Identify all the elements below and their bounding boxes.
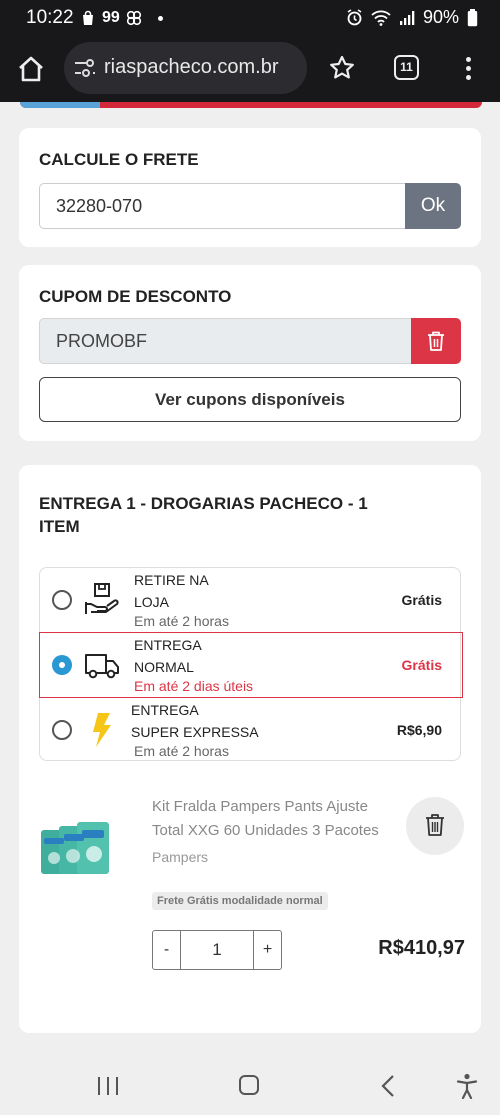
option-name-line2: SUPER EXPRESSA <box>131 724 259 740</box>
coupon-card: CUPOM DE DESCONTO PROMOBF Ver cupons dis… <box>19 265 481 441</box>
remove-coupon-button[interactable] <box>411 318 461 364</box>
coupon-input[interactable]: PROMOBF <box>39 318 413 364</box>
delivery-option-store-pickup[interactable]: RETIRE NA LOJA Em até 2 horas Grátis <box>40 568 462 632</box>
shipping-calculator-card: CALCULE O FRETE 32280-070 Ok <box>19 128 481 247</box>
delivery-title: ENTREGA 1 - DROGARIAS PACHECO - 1 ITEM <box>39 494 368 536</box>
bookmark-star-icon[interactable] <box>328 54 356 82</box>
battery-icon <box>467 8 478 26</box>
trash-icon <box>426 814 444 836</box>
product-name[interactable]: Kit Fralda Pampers Pants Ajuste Total XX… <box>152 795 397 843</box>
cep-ok-button[interactable]: Ok <box>405 183 461 229</box>
browser-toolbar: riaspacheco.com.br 11 <box>0 36 500 102</box>
back-icon[interactable] <box>380 1074 396 1098</box>
radio-super-express[interactable] <box>52 720 72 740</box>
delivery-card: ENTREGA 1 - DROGARIAS PACHECO - 1 ITEM R… <box>19 465 481 1033</box>
radio-normal[interactable] <box>52 655 72 675</box>
status-bar: 10:22 99 90% <box>0 0 500 36</box>
option-subtitle: Em até 2 horas <box>134 613 229 629</box>
home-icon[interactable] <box>16 54 46 84</box>
shopping-bag-icon <box>83 10 93 25</box>
radio-store-pickup[interactable] <box>52 590 72 610</box>
option-name-line2: LOJA <box>134 594 170 610</box>
delivery-option-normal[interactable]: ENTREGA NORMAL Em até 2 dias úteis Gráti… <box>39 632 463 698</box>
status-system-icons: 90% <box>346 7 478 28</box>
option-price: R$6,90 <box>396 722 442 738</box>
product-image <box>41 822 109 874</box>
trash-icon <box>428 331 444 351</box>
option-subtitle: Em até 2 dias úteis <box>134 678 254 694</box>
url-text[interactable]: riaspacheco.com.br <box>104 56 279 79</box>
coupon-title: CUPOM DE DESCONTO <box>39 287 232 306</box>
cep-input[interactable]: 32280-070 <box>39 183 406 229</box>
wifi-icon <box>371 10 391 26</box>
quantity-stepper: - 1 + <box>152 930 282 970</box>
remove-product-button[interactable] <box>406 797 464 855</box>
option-price: Grátis <box>401 592 442 608</box>
view-coupons-button[interactable]: Ver cupons disponíveis <box>39 377 461 422</box>
address-bar[interactable]: riaspacheco.com.br <box>64 42 307 94</box>
status-time: 10:22 <box>26 7 74 28</box>
option-name-line1: RETIRE NA <box>134 572 209 588</box>
quantity-input[interactable]: 1 <box>181 931 253 969</box>
option-name-line1: ENTREGA <box>131 702 199 718</box>
quantity-decrease-button[interactable]: - <box>153 931 181 969</box>
tab-switcher-button[interactable]: 11 <box>394 55 419 80</box>
overflow-menu-icon[interactable] <box>460 54 476 84</box>
product-brand: Pampers <box>152 849 209 865</box>
recent-apps-icon[interactable] <box>98 1077 118 1095</box>
accessibility-icon[interactable] <box>456 1073 478 1099</box>
system-navigation-bar <box>0 1058 500 1115</box>
dot-icon <box>157 15 163 21</box>
nav-home-icon[interactable] <box>239 1075 259 1095</box>
delivery-options: RETIRE NA LOJA Em até 2 horas Grátis ENT… <box>39 567 463 762</box>
store-pickup-icon <box>85 583 119 614</box>
lightning-icon <box>93 713 111 747</box>
option-subtitle: Em até 2 horas <box>134 743 229 759</box>
delivery-option-super-express[interactable]: ENTREGA SUPER EXPRESSA Em até 2 horas R$… <box>40 698 462 762</box>
option-name-line1: ENTREGA <box>134 637 202 653</box>
pinwheel-icon <box>126 10 141 26</box>
option-price: Grátis <box>401 657 442 673</box>
battery-percent: 90% <box>422 7 459 27</box>
option-name-line2: NORMAL <box>134 659 194 675</box>
free-shipping-badge: Frete Grátis modalidade normal <box>152 892 328 910</box>
signal-icon <box>399 10 415 25</box>
status-notification-icons: 99 <box>80 9 163 27</box>
quantity-increase-button[interactable]: + <box>253 931 281 969</box>
header-accent-strip <box>20 102 482 108</box>
product-price: R$410,97 <box>378 937 465 959</box>
delivery-truck-icon <box>85 654 119 679</box>
site-settings-icon[interactable] <box>74 58 96 78</box>
shipping-calculator-title: CALCULE O FRETE <box>39 150 199 169</box>
notification-count-badge: 99 <box>102 9 120 26</box>
alarm-icon <box>347 9 362 26</box>
